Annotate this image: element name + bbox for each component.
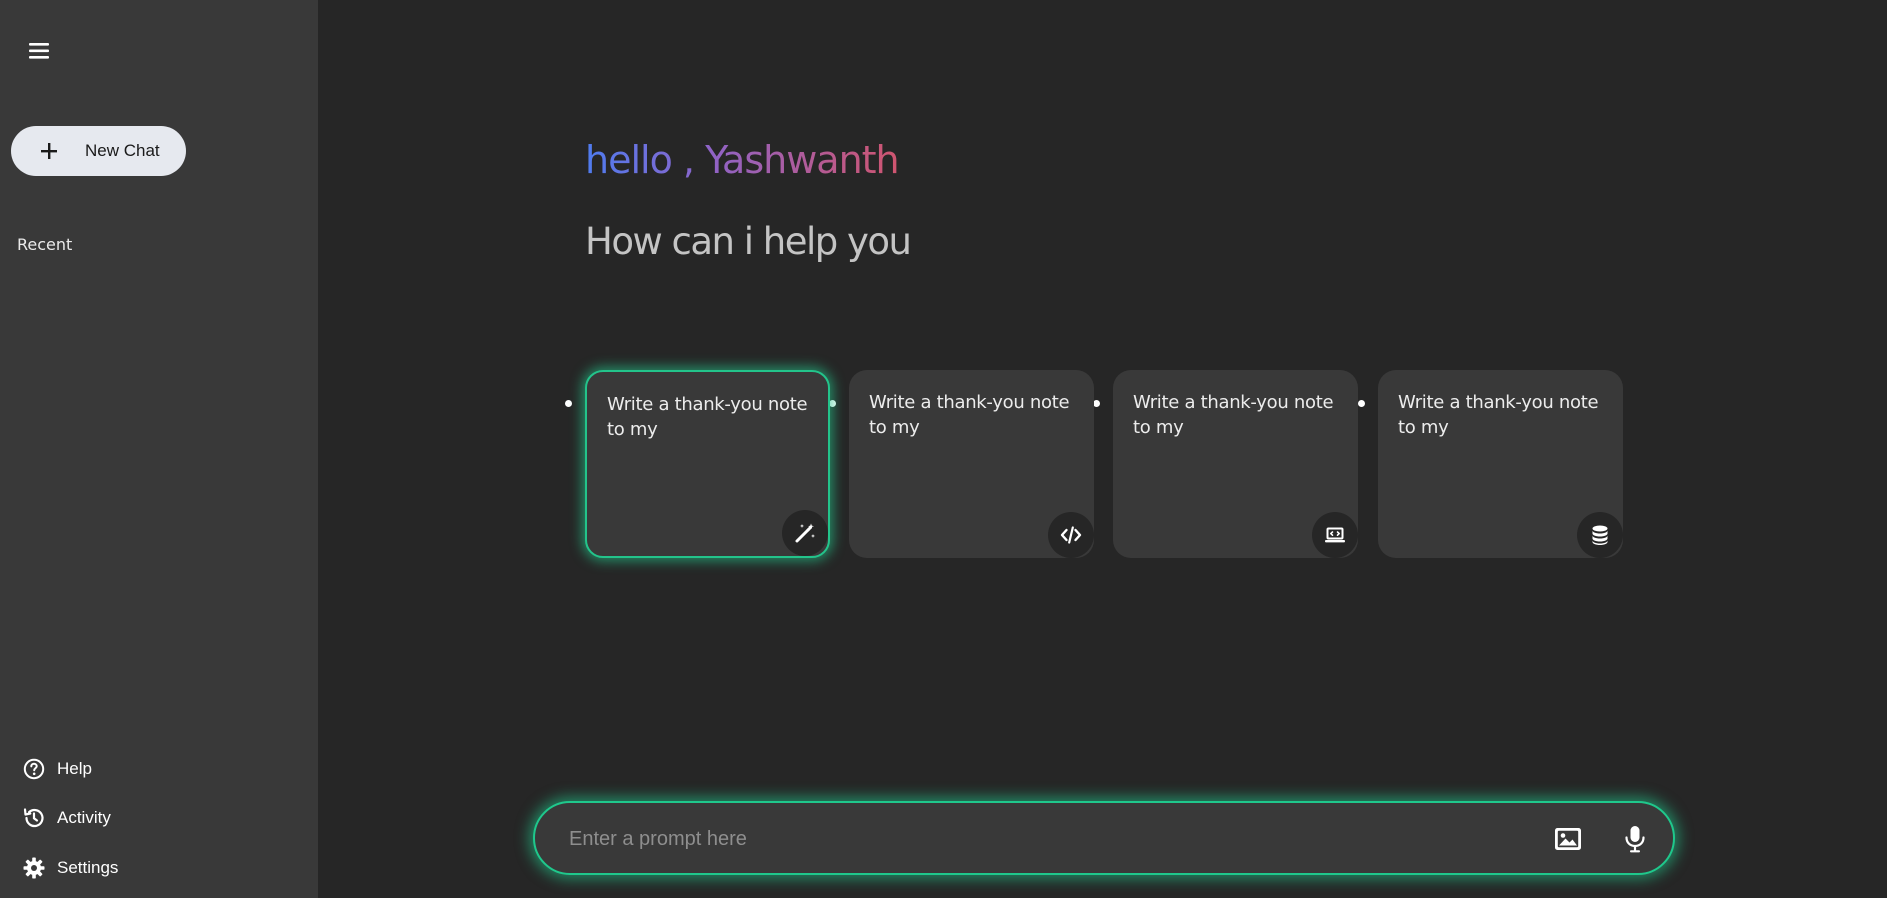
prompt-input[interactable] <box>567 817 1511 861</box>
greeting-subheading: How can i help you <box>585 220 912 263</box>
sidebar-item-help[interactable]: Help <box>22 754 282 784</box>
history-icon <box>22 806 46 830</box>
code-icon <box>1048 512 1094 558</box>
suggestion-card[interactable]: Write a thank-you note to my <box>1378 370 1623 558</box>
card-separator-dot <box>565 400 572 407</box>
gear-icon <box>22 856 46 880</box>
new-chat-button[interactable]: New Chat <box>11 126 186 176</box>
help-circle-icon <box>22 757 46 781</box>
suggestion-card[interactable]: Write a thank-you note to my <box>849 370 1094 558</box>
suggestion-card-text: Write a thank-you note to my <box>1133 392 1334 438</box>
suggestion-card-text: Write a thank-you note to my <box>869 392 1070 438</box>
card-separator-dot <box>1358 400 1365 407</box>
plus-icon <box>38 140 60 162</box>
sidebar-item-activity[interactable]: Activity <box>22 803 282 833</box>
magic-wand-icon <box>782 510 828 556</box>
microphone-icon[interactable] <box>1620 824 1650 854</box>
activity-label: Activity <box>57 808 111 827</box>
new-chat-label: New Chat <box>85 141 160 160</box>
sidebar-item-settings[interactable]: Settings <box>22 853 282 883</box>
recent-title: Recent <box>17 235 73 254</box>
help-label: Help <box>57 759 92 778</box>
card-separator-dot <box>1093 400 1100 407</box>
suggestion-card[interactable]: Write a thank-you note to my <box>585 370 830 558</box>
prompt-bar <box>533 801 1675 875</box>
sidebar: New Chat Recent Help Activity Settings <box>0 0 318 898</box>
suggestion-card-text: Write a thank-you note to my <box>1398 392 1599 438</box>
database-icon <box>1577 512 1623 558</box>
greeting-title: hello , Yashwanth <box>585 138 900 182</box>
card-separator-dot <box>829 400 836 407</box>
hamburger-icon[interactable] <box>27 38 53 64</box>
image-icon[interactable] <box>1553 824 1583 854</box>
suggestion-card[interactable]: Write a thank-you note to my <box>1113 370 1358 558</box>
suggestion-card-text: Write a thank-you note to my <box>607 394 808 440</box>
laptop-code-icon <box>1312 512 1358 558</box>
settings-label: Settings <box>57 858 119 877</box>
app: New Chat Recent Help Activity Settings h… <box>0 0 1887 898</box>
